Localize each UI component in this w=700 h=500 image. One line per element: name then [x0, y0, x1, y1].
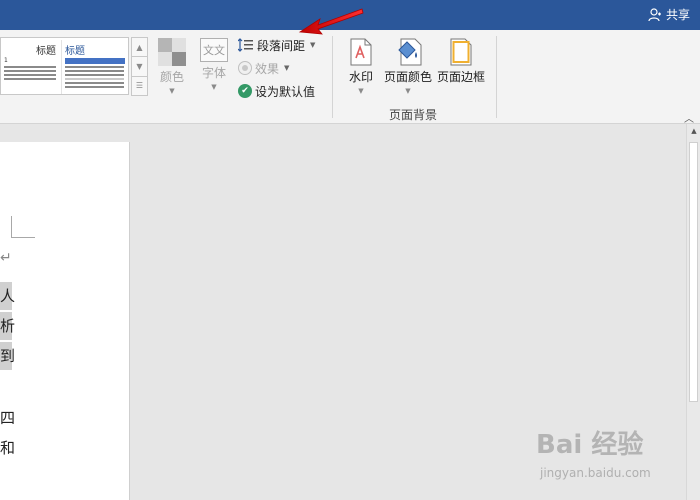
- page-background-group-label: 页面背景: [388, 108, 437, 122]
- colors-button[interactable]: 颜色 ▼: [154, 38, 190, 95]
- page-color-label: 页面颜色: [383, 70, 432, 84]
- document-page[interactable]: ↵ 人 析 到 四 和: [0, 142, 130, 500]
- more-icon: ☰: [135, 81, 144, 91]
- watermark-icon: [350, 38, 372, 66]
- page-borders-label: 页面边框: [436, 70, 485, 84]
- watermark-button[interactable]: 水印 ▼: [344, 38, 378, 95]
- caret-down-icon: ▼: [358, 87, 364, 95]
- caret-down-icon: ▼: [310, 41, 316, 49]
- page-borders-button[interactable]: 页面边框: [436, 38, 486, 85]
- ribbon-design-tab: 标题 1 标题 ▲ ▼ ☰ 颜色 ▼ 文文 字体 ▼ 段落间距 ▼ 效果 ▼ ✔…: [0, 30, 700, 125]
- text-fragment[interactable]: 析: [0, 312, 15, 340]
- watermark-label: 水印: [348, 70, 373, 84]
- watermark-brand: Bai 经验: [536, 430, 644, 460]
- checkmark-icon: ✔: [238, 84, 252, 98]
- chevron-up-icon: ▲: [136, 42, 143, 52]
- set-as-default-button[interactable]: ✔ 设为默认值: [238, 82, 315, 100]
- colors-label: 颜色: [159, 70, 184, 84]
- gallery-scroll: ▲ ▼ ☰: [131, 37, 148, 96]
- scroll-up-button[interactable]: ▲: [687, 124, 700, 138]
- page-color-button[interactable]: 页面颜色 ▼: [382, 38, 434, 95]
- person-icon: [648, 7, 661, 21]
- share-label: 共享: [665, 8, 690, 22]
- paragraph-spacing-icon: [238, 38, 253, 52]
- set-default-label: 设为默认值: [255, 84, 316, 99]
- baidu-jingyan-watermark: Bai 经验 jingyan.baidu.com: [536, 424, 676, 494]
- thumbnail-heading: 1: [4, 57, 8, 64]
- text-fragment[interactable]: 和: [0, 434, 15, 462]
- document-format-small-buttons: 段落间距 ▼ 效果 ▼ ✔ 设为默认值: [238, 36, 315, 100]
- vertical-scrollbar[interactable]: ▲: [686, 124, 700, 500]
- collapse-ribbon-button[interactable]: ︿: [684, 110, 694, 125]
- text-fragment[interactable]: 人: [0, 282, 15, 310]
- chevron-down-icon: ▼: [136, 61, 143, 71]
- paint-bucket-icon: [397, 38, 422, 66]
- fonts-label: 字体: [201, 66, 226, 80]
- effects-icon: [238, 61, 252, 75]
- thumbnail-title: 标题: [65, 46, 85, 57]
- fonts-icon: 文文: [200, 38, 228, 62]
- gallery-more-button[interactable]: ☰: [131, 75, 148, 96]
- share-button[interactable]: 共享: [648, 6, 690, 23]
- fonts-button[interactable]: 文文 字体 ▼: [196, 38, 232, 91]
- style-set-thumbnail-1[interactable]: 标题 1: [1, 40, 59, 94]
- color-swatch-icon: [158, 38, 186, 66]
- watermark-url: jingyan.baidu.com: [540, 466, 651, 480]
- thumbnail-title: 标题: [36, 46, 56, 57]
- paragraph-mark: ↵: [0, 250, 12, 266]
- scrollbar-thumb[interactable]: [689, 142, 698, 402]
- style-set-gallery: 标题 1 标题: [0, 37, 129, 95]
- gallery-up-button[interactable]: ▲: [131, 37, 148, 58]
- margin-corner-mark: [11, 216, 35, 238]
- gallery-down-button[interactable]: ▼: [131, 56, 148, 77]
- red-arrow-annotation: [298, 8, 364, 35]
- text-fragment[interactable]: 四: [0, 404, 15, 432]
- chevron-up-icon: ▲: [691, 127, 697, 135]
- group-separator: [496, 36, 497, 118]
- text-fragment[interactable]: 到: [0, 342, 15, 370]
- caret-down-icon: ▼: [405, 87, 411, 95]
- caret-down-icon: ▼: [169, 87, 175, 95]
- caret-down-icon: ▼: [211, 83, 217, 91]
- style-set-thumbnail-2[interactable]: 标题: [61, 40, 127, 94]
- caret-down-icon: ▼: [284, 64, 290, 72]
- thumbnail-heading-bar: [65, 58, 125, 64]
- effects-button[interactable]: 效果 ▼: [238, 59, 315, 77]
- page-border-icon: [450, 38, 472, 66]
- effects-label: 效果: [255, 61, 280, 76]
